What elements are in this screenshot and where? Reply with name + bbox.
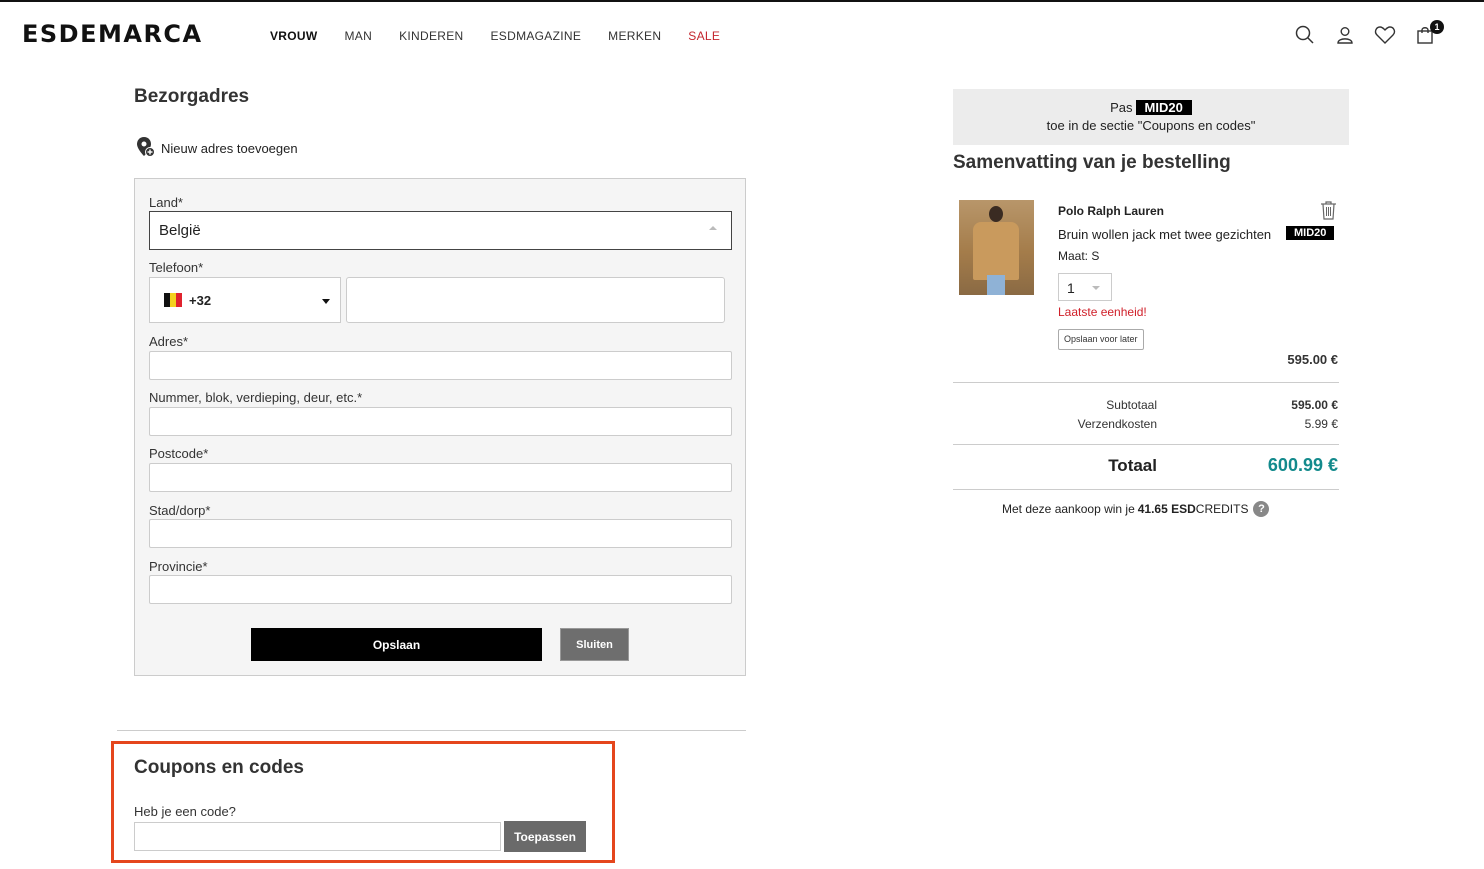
promo-banner: Pas MID20 toe in de sectie "Coupons en co… [953,89,1349,145]
nav-merken[interactable]: MERKEN [608,29,661,43]
number-input[interactable] [149,407,732,436]
promo-prefix: Pas [1110,100,1133,115]
caret-up-icon [709,226,717,230]
header-icons: 1 [1294,20,1454,46]
search-icon[interactable] [1294,24,1316,46]
product-size: Maat: S [1058,249,1100,263]
credits-prefix: Met deze aankoop win je [1002,502,1135,516]
subtotal-label: Subtotaal [1106,398,1157,412]
total-label: Totaal [1108,456,1157,475]
logo[interactable]: ESDEMARCA [22,20,203,48]
close-button[interactable]: Sluiten [560,628,629,661]
nav-vrouw[interactable]: VROUW [270,29,318,43]
apply-coupon-button[interactable]: Toepassen [504,821,586,852]
phone-label: Telefoon* [149,260,204,275]
save-for-later-button[interactable]: Opslaan voor later [1058,329,1144,350]
coupon-question: Heb je een code? [134,804,236,819]
street-label: Adres* [149,334,189,349]
cart-count-badge: 1 [1430,20,1444,34]
product-brand[interactable]: Polo Ralph Lauren [1058,204,1164,218]
promo-code-badge: MID20 [1135,100,1192,115]
delivery-address-title: Bezorgadres [134,86,250,107]
coupon-code-input[interactable] [134,822,501,851]
city-input[interactable] [149,519,732,548]
quantity-select[interactable]: 1 [1058,273,1112,301]
location-add-icon [135,136,155,161]
divider [117,730,746,731]
total-value: 600.99 € [1267,455,1338,475]
street-input[interactable] [149,351,732,380]
country-select[interactable]: België [149,211,732,250]
postcode-input[interactable] [149,463,732,492]
product-promo-badge: MID20 [1286,226,1335,240]
add-address-link[interactable]: Nieuw adres toevoegen [135,136,298,161]
user-icon[interactable] [1334,24,1356,46]
caret-down-icon [1092,286,1100,290]
order-summary-title: Samenvatting van je bestelling [953,152,1231,173]
address-form: Land* België Telefoon* +32 Adres* Nummer… [134,178,746,676]
shipping-label: Verzendkosten [1077,417,1157,431]
product-name[interactable]: Bruin wollen jack met twee gezichten [1058,227,1271,242]
country-label: Land* [149,195,183,210]
caret-down-icon [322,299,330,304]
province-label: Provincie* [149,559,208,574]
credits-suffix: CREDITS [1195,502,1249,516]
subtotal-value: 595.00 € [1291,398,1338,412]
phone-country-code-select[interactable]: +32 [149,277,341,323]
cart-icon[interactable]: 1 [1414,20,1444,46]
credits-info: Met deze aankoop win je 41.65 ESD CREDIT… [1002,501,1270,517]
nav-sale[interactable]: SALE [688,29,720,43]
nav-man[interactable]: MAN [345,29,373,43]
shipping-value: 5.99 € [1304,417,1338,431]
phone-code-value: +32 [189,292,212,308]
coupon-section: Coupons en codes Heb je een code? Toepas… [111,741,615,863]
divider [953,489,1339,490]
nav-kinderen[interactable]: KINDEREN [399,29,463,43]
top-border [0,0,1484,2]
city-label: Stad/dorp* [149,503,211,518]
promo-suffix: toe in de sectie "Coupons en codes" [1046,118,1256,133]
divider [953,382,1339,383]
save-button[interactable]: Opslaan [251,628,542,661]
main-nav: VROUW MAN KINDEREN ESDMAGAZINE MERKEN SA… [270,29,747,43]
divider [953,444,1339,445]
nav-esdmagazine[interactable]: ESDMAGAZINE [491,29,582,43]
postcode-label: Postcode* [149,446,209,461]
phone-number-input[interactable] [346,277,725,323]
trash-icon[interactable] [1320,200,1337,225]
coupon-title: Coupons en codes [134,757,304,778]
belgium-flag-icon [164,293,182,307]
help-icon[interactable]: ? [1253,501,1270,517]
quantity-value: 1 [1067,280,1075,296]
number-label: Nummer, blok, verdieping, deur, etc.* [149,390,363,405]
heart-icon[interactable] [1374,24,1396,46]
product-image[interactable] [959,200,1034,295]
stock-warning: Laatste eenheid! [1058,305,1147,319]
country-value: België [159,222,201,239]
add-address-label: Nieuw adres toevoegen [161,141,298,156]
product-price: 595.00 € [1287,352,1338,367]
credits-amount: 41.65 ESD [1137,502,1196,516]
province-input[interactable] [149,575,732,604]
